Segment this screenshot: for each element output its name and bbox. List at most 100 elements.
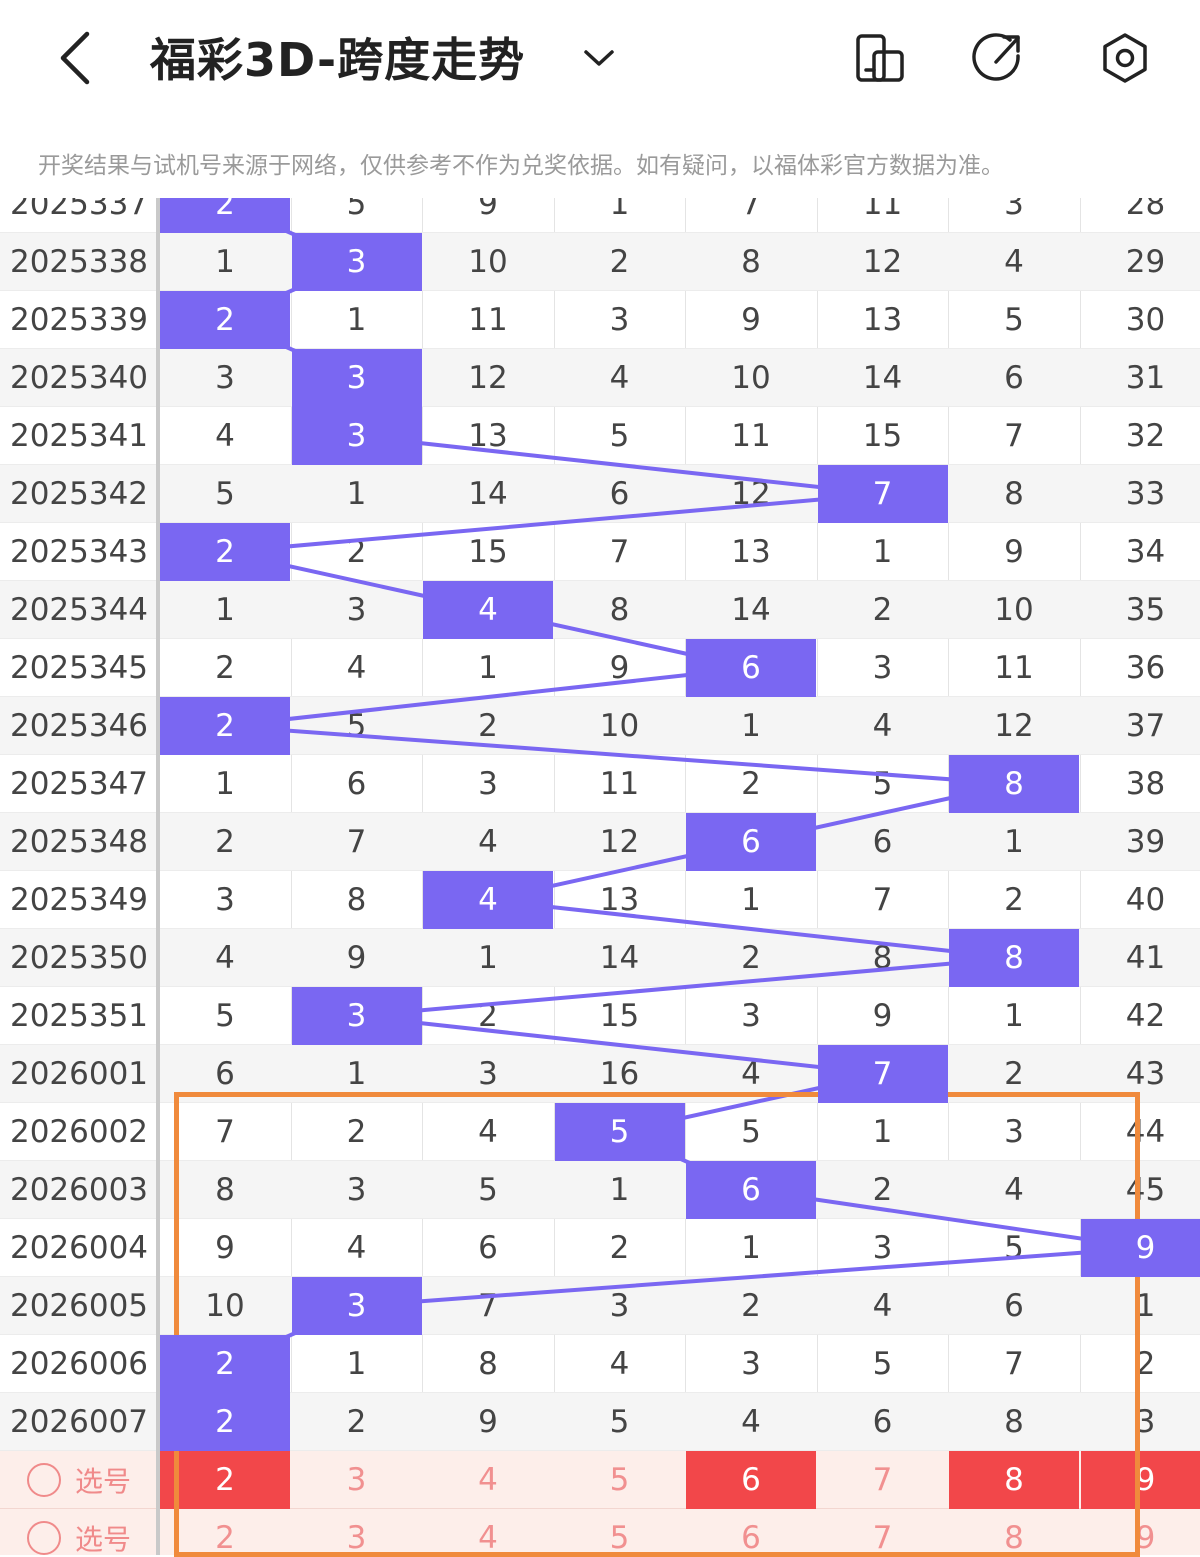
miss-count-cell: 35	[1081, 581, 1200, 639]
miss-count-cell: 11	[423, 291, 553, 349]
issue-number: 2025344	[0, 581, 158, 639]
miss-count-cell: 2	[949, 871, 1079, 929]
pick-selector[interactable]: 选号	[0, 1451, 158, 1509]
issue-number: 2025351	[0, 987, 158, 1045]
table-row: 202534413481421035	[0, 581, 1200, 639]
miss-count-cell: 8	[423, 1335, 553, 1393]
back-button[interactable]	[40, 20, 110, 96]
miss-count-cell: 1	[160, 581, 290, 639]
pick-number-cell[interactable]: 3	[292, 1509, 422, 1555]
pick-number-cell[interactable]: 8	[949, 1509, 1079, 1555]
span-hit-marker: 7	[818, 465, 948, 523]
issue-number: 2026003	[0, 1161, 158, 1219]
span-hit-marker: 2	[160, 291, 290, 349]
miss-count-cell: 1	[423, 929, 553, 987]
rotate-screen-button[interactable]	[845, 20, 915, 96]
miss-count-cell: 4	[949, 233, 1079, 291]
miss-count-cell: 12	[686, 465, 816, 523]
settings-icon	[1097, 30, 1153, 86]
radio-circle-icon[interactable]	[27, 1463, 61, 1497]
miss-count-cell: 3	[160, 871, 290, 929]
miss-count-cell: 9	[423, 198, 553, 233]
miss-count-cell: 4	[686, 1045, 816, 1103]
miss-count-cell: 5	[686, 1103, 816, 1161]
pick-number-cell[interactable]: 5	[555, 1451, 685, 1509]
span-hit-marker: 4	[423, 581, 553, 639]
pick-number-cell[interactable]: 3	[292, 1451, 422, 1509]
miss-count-cell: 14	[555, 929, 685, 987]
pick-number-cell[interactable]: 4	[423, 1451, 553, 1509]
miss-count-cell: 2	[686, 755, 816, 813]
issue-number: 2026006	[0, 1335, 158, 1393]
miss-count-cell: 4	[292, 1219, 422, 1277]
span-hit-marker: 4	[423, 871, 553, 929]
pick-number-cell[interactable]: 7	[818, 1451, 948, 1509]
miss-count-cell: 4	[818, 697, 948, 755]
miss-count-cell: 14	[423, 465, 553, 523]
miss-count-cell: 3	[686, 1335, 816, 1393]
pick-number-cell[interactable]: 2	[160, 1509, 290, 1555]
pick-number-cell[interactable]: 4	[423, 1509, 553, 1555]
miss-count-cell: 6	[423, 1219, 553, 1277]
issue-number: 2025339	[0, 291, 158, 349]
miss-count-cell: 9	[686, 291, 816, 349]
miss-count-cell: 1	[292, 291, 422, 349]
pick-number-cell[interactable]: 7	[818, 1509, 948, 1555]
pick-selector[interactable]: 选号	[0, 1509, 158, 1555]
miss-count-cell: 3	[423, 755, 553, 813]
span-hit-marker: 3	[292, 233, 422, 291]
span-hit-marker: 6	[686, 1161, 816, 1219]
miss-count-cell: 4	[423, 1103, 553, 1161]
issue-number: 2026007	[0, 1393, 158, 1451]
pick-number-cell[interactable]: 9	[1081, 1509, 1200, 1555]
miss-count-cell: 6	[949, 1277, 1079, 1335]
pick-number-cell[interactable]: 8	[949, 1451, 1079, 1509]
miss-count-cell: 12	[818, 233, 948, 291]
pick-number-cell[interactable]: 2	[160, 1451, 290, 1509]
miss-count-cell: 11	[686, 407, 816, 465]
pick-number-cell[interactable]: 6	[686, 1509, 816, 1555]
table-row: 20253482741266139	[0, 813, 1200, 871]
miss-count-cell: 2	[818, 581, 948, 639]
span-hit-marker: 3	[292, 987, 422, 1045]
miss-count-cell: 2	[423, 697, 553, 755]
pick-number-cell[interactable]: 5	[555, 1509, 685, 1555]
table-row: 20260016131647243	[0, 1045, 1200, 1103]
miss-count-cell: 3	[423, 1045, 553, 1103]
radio-circle-icon[interactable]	[27, 1521, 61, 1555]
miss-count-cell: 7	[949, 407, 1079, 465]
miss-count-cell: 40	[1081, 871, 1200, 929]
miss-count-cell: 1	[686, 1219, 816, 1277]
span-hit-marker: 8	[949, 755, 1079, 813]
pick-number-cell[interactable]: 9	[1081, 1451, 1200, 1509]
top-bar: 福彩3D-跨度走势	[0, 0, 1200, 120]
trend-table[interactable]: 2025337259171132820253381310281242920253…	[0, 198, 1200, 1555]
miss-count-cell: 16	[555, 1045, 685, 1103]
miss-count-cell: 3	[1081, 1393, 1200, 1451]
share-button[interactable]	[963, 20, 1033, 96]
miss-count-cell: 8	[949, 465, 1079, 523]
miss-count-cell: 2	[949, 1045, 1079, 1103]
settings-button[interactable]	[1090, 20, 1160, 96]
miss-count-cell: 9	[292, 929, 422, 987]
miss-count-cell: 4	[160, 407, 290, 465]
miss-count-cell: 7	[423, 1277, 553, 1335]
issue-number: 2026001	[0, 1045, 158, 1103]
miss-count-cell: 2	[160, 639, 290, 697]
miss-count-cell: 33	[1081, 465, 1200, 523]
miss-count-cell: 2	[1081, 1335, 1200, 1393]
pick-number-cell[interactable]: 6	[686, 1451, 816, 1509]
chevron-down-icon	[581, 46, 617, 70]
rotate-screen-icon	[852, 30, 908, 86]
miss-count-cell: 30	[1081, 291, 1200, 349]
miss-count-cell: 13	[686, 523, 816, 581]
miss-count-cell: 11	[818, 198, 948, 233]
miss-count-cell: 31	[1081, 349, 1200, 407]
title-dropdown-button[interactable]	[564, 20, 634, 96]
issue-number: 2025345	[0, 639, 158, 697]
miss-count-cell: 43	[1081, 1045, 1200, 1103]
miss-count-cell: 3	[949, 198, 1079, 233]
miss-count-cell: 14	[686, 581, 816, 639]
miss-count-cell: 3	[818, 1219, 948, 1277]
miss-count-cell: 2	[292, 1393, 422, 1451]
